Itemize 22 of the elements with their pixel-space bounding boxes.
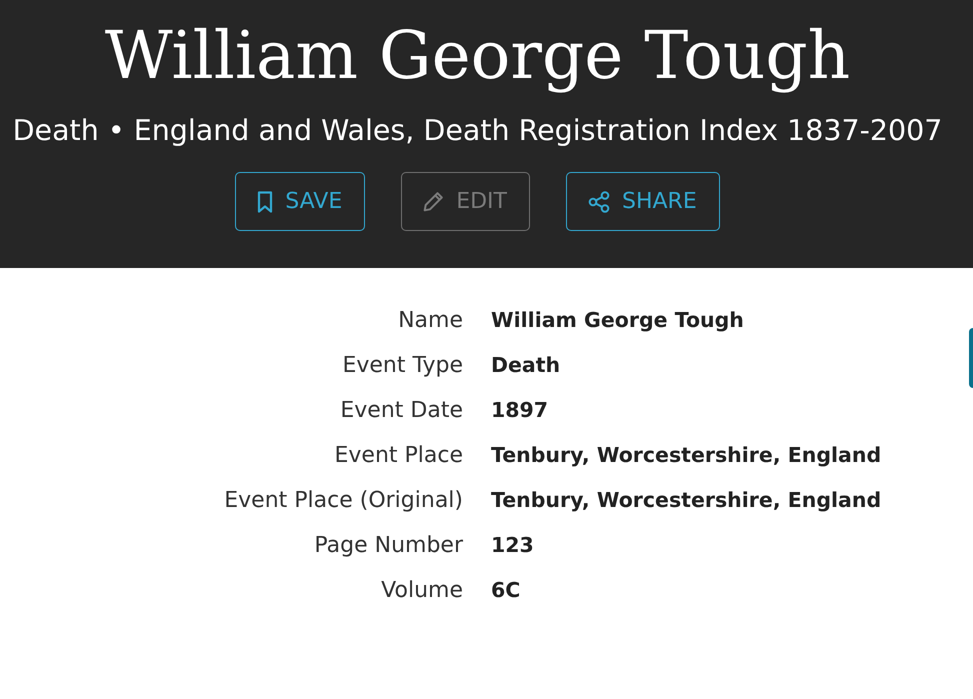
field-value: William George Tough — [491, 307, 745, 334]
field-value: 1897 — [491, 397, 550, 424]
field-label: Event Place (Original) — [223, 487, 463, 515]
field-label: Page Number — [313, 532, 463, 560]
field-value: Death — [491, 352, 562, 379]
field-value: Tenbury, Worcestershire, England — [491, 442, 882, 469]
field-value: 123 — [491, 532, 535, 559]
field-label: Event Type — [341, 352, 463, 380]
record-subtitle: Death • England and Wales, Death Registration Index 1837-2007 — [12, 113, 942, 149]
field-label: Event Date — [339, 397, 463, 425]
record-title: William George Tough — [104, 16, 850, 96]
partial-button[interactable] — [969, 328, 973, 388]
pencil-icon — [423, 191, 444, 212]
bookmark-icon — [257, 190, 274, 212]
share-button[interactable]: SHARE — [566, 172, 720, 231]
save-button[interactable]: SAVE — [235, 172, 366, 231]
field-label: Name — [397, 307, 463, 335]
field-value: Tenbury, Worcestershire, England — [491, 487, 882, 514]
field-label: Volume — [380, 577, 463, 605]
field-value: 6C — [491, 577, 522, 604]
share-icon — [588, 190, 610, 212]
field-label: Event Place — [333, 442, 463, 470]
